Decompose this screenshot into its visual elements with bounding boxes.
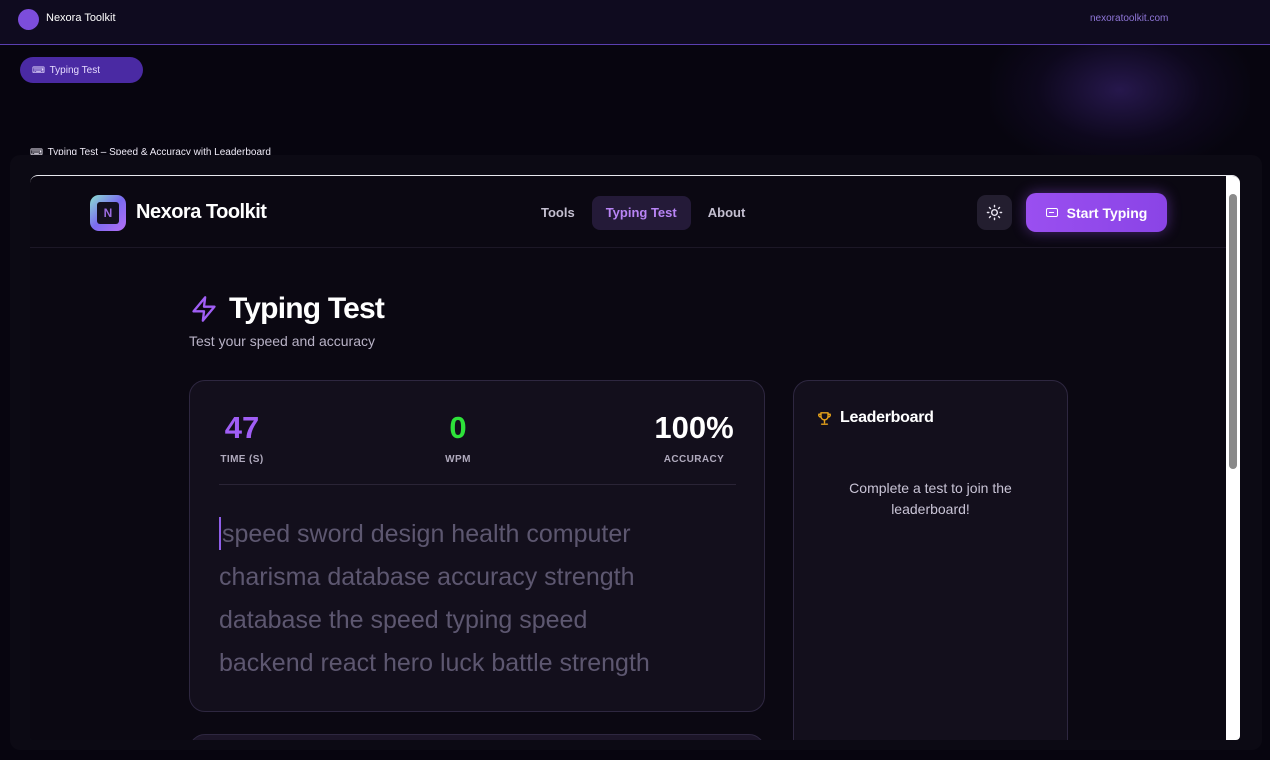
- stat-time-value: 47: [224, 410, 260, 445]
- typing-line: backend react hero luck battle strength: [219, 649, 650, 677]
- scrollbar-thumb[interactable]: [1229, 194, 1237, 469]
- outer-tab-label: Typing Test: [49, 65, 101, 76]
- leaderboard-header: Leaderboard: [816, 409, 934, 427]
- lightning-icon: [192, 296, 216, 322]
- results-card: [189, 734, 765, 740]
- nav-item-typing-test[interactable]: Typing Test: [591, 196, 691, 230]
- typing-line-text: speed sword design health computer: [222, 520, 631, 548]
- leaderboard-empty-message: Complete a test to join the leaderboard!: [849, 480, 1012, 517]
- stat-time: 47 TIME (S): [217, 410, 267, 466]
- keyboard-icon: [1045, 208, 1058, 217]
- typing-text-area[interactable]: speed sword design health computer chari…: [219, 513, 739, 685]
- typing-line: database the speed typing speed: [219, 606, 588, 634]
- stat-accuracy: 100% ACCURACY: [648, 410, 740, 466]
- main-nav: Tools Typing Test About: [530, 196, 762, 230]
- brand-logo-letter-icon: N: [97, 202, 119, 224]
- app-viewport: N Nexora Toolkit Tools Typing Test About: [30, 175, 1240, 740]
- outer-top-bar: Nexora Toolkit nexoratoolkit.com: [0, 0, 1270, 45]
- typing-card: 47 TIME (S) 0 WPM 100% ACCURACY speed sw…: [189, 380, 765, 712]
- brand-name[interactable]: Nexora Toolkit: [136, 201, 267, 224]
- keyboard-icon: ⌨: [32, 65, 45, 75]
- viewport-scrollbar[interactable]: [1226, 176, 1240, 740]
- stat-time-label: TIME (S): [220, 454, 264, 465]
- leaderboard-title: Leaderboard: [840, 409, 934, 426]
- stat-wpm: 0 WPM: [438, 410, 478, 466]
- app-header: N Nexora Toolkit Tools Typing Test About: [30, 176, 1226, 248]
- stat-accuracy-label: ACCURACY: [663, 454, 725, 465]
- outer-logo-icon: [18, 9, 39, 30]
- theme-toggle-button[interactable]: [977, 195, 1012, 230]
- stat-wpm-value: 0: [449, 410, 467, 445]
- page-subtitle: Test your speed and accuracy: [189, 333, 375, 349]
- stat-wpm-label: WPM: [445, 454, 471, 465]
- page-title: Typing Test: [229, 292, 385, 325]
- trophy-icon: [818, 411, 831, 425]
- start-typing-label: Start Typing: [1066, 204, 1148, 221]
- stat-accuracy-value: 100%: [654, 410, 734, 445]
- outer-url-link[interactable]: nexoratoolkit.com: [1090, 13, 1168, 24]
- typing-line: charisma database accuracy strength: [219, 563, 635, 591]
- text-caret: [219, 516, 221, 550]
- nav-item-about[interactable]: About: [697, 196, 757, 230]
- outer-tab-typing-test[interactable]: ⌨ Typing Test: [20, 57, 143, 83]
- stats-divider: [219, 484, 736, 485]
- typing-line: speed sword design health computer: [219, 513, 739, 556]
- outer-app-title: Nexora Toolkit: [46, 12, 116, 24]
- start-typing-button[interactable]: Start Typing: [1026, 193, 1167, 232]
- page-title-row: Typing Test: [190, 292, 385, 326]
- leaderboard-card: Leaderboard Complete a test to join the …: [793, 380, 1068, 740]
- brand-logo-icon[interactable]: N: [90, 195, 126, 231]
- sun-icon: [986, 204, 1003, 221]
- nav-item-tools[interactable]: Tools: [530, 196, 586, 230]
